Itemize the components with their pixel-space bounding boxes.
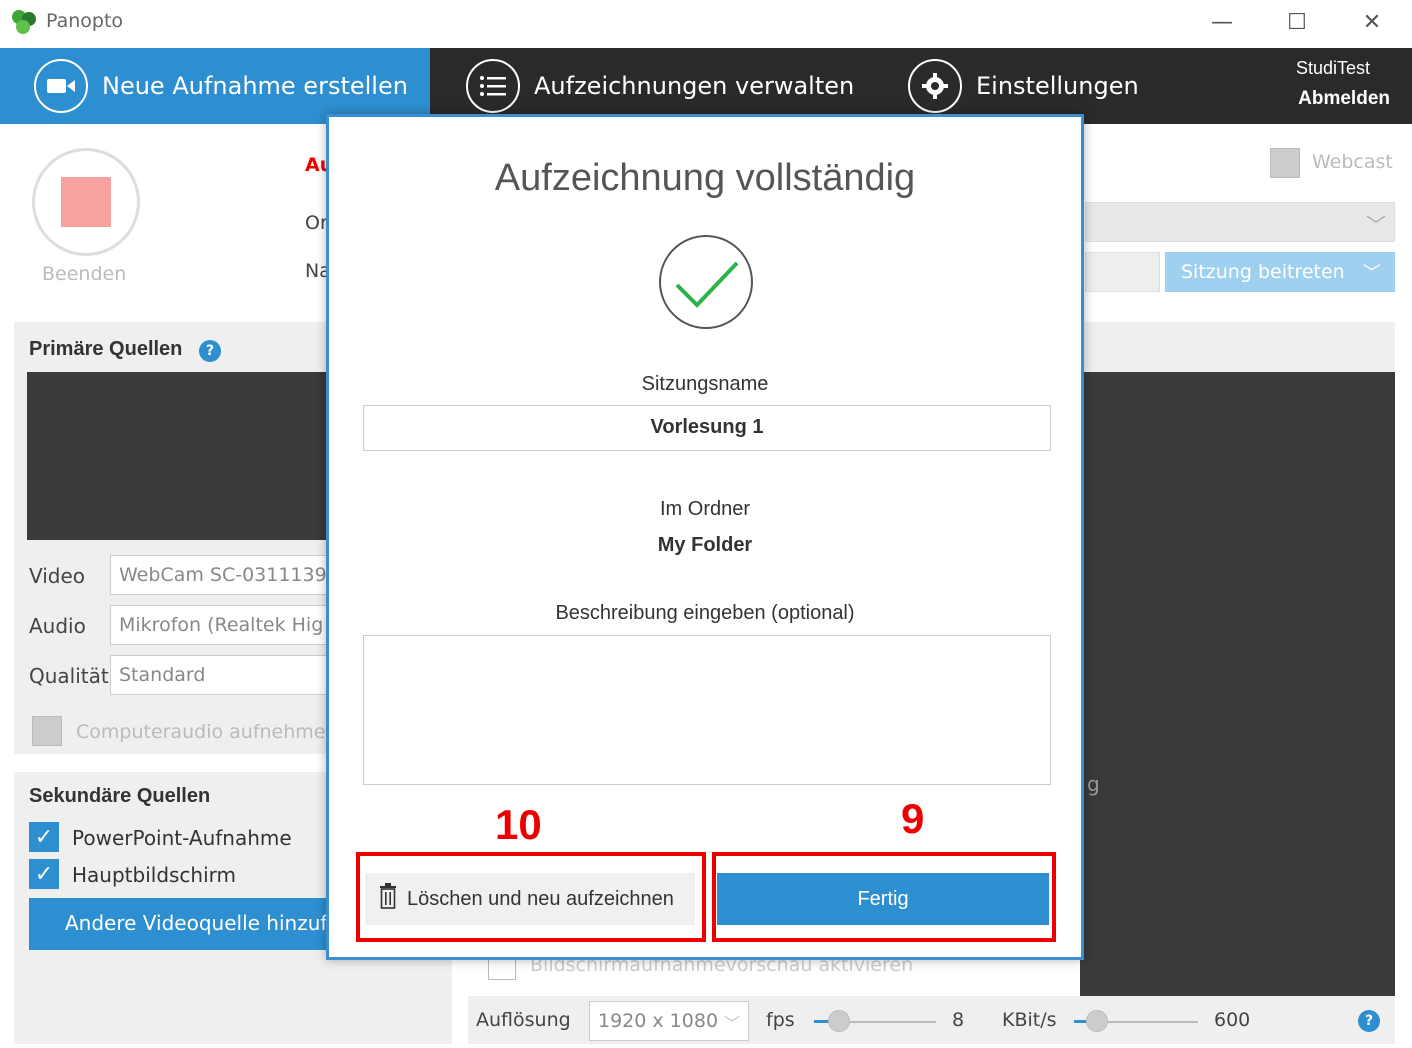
maximize-button[interactable]: ☐	[1277, 4, 1317, 40]
fps-slider-thumb[interactable]	[828, 1010, 850, 1032]
recording-complete-dialog: Aufzeichnung vollständig Sitzungsname Vo…	[326, 114, 1084, 960]
main-screen-checkbox[interactable]: ✓	[29, 859, 59, 889]
success-check-icon	[659, 235, 753, 329]
fps-label: fps	[766, 1009, 795, 1031]
minimize-button[interactable]: —	[1202, 4, 1242, 40]
primary-sources-title: Primäre Quellen	[29, 338, 183, 360]
maximize-icon: ☐	[1287, 9, 1307, 35]
nav-manage-recordings[interactable]: Aufzeichnungen verwalten	[466, 59, 854, 113]
folder-label: Im Ordner	[659, 498, 751, 520]
nav-new-recording[interactable]: Neue Aufnahme erstellen	[34, 59, 408, 113]
quality-select[interactable]: Standard	[110, 655, 330, 695]
fps-value: 8	[952, 1009, 965, 1031]
audio-select[interactable]: Mikrofon (Realtek Hig	[110, 605, 330, 645]
chevron-down-icon: ﹀	[723, 1014, 740, 1033]
description-label: Beschreibung eingeben (optional)	[555, 602, 855, 624]
session-name-label: Sitzungsname	[641, 373, 769, 395]
annotation-number-10: 10	[495, 801, 542, 848]
checkmark-icon: ✓	[34, 861, 54, 887]
title-bar	[0, 0, 1412, 48]
nav-manage-recordings-label: Aufzeichnungen verwalten	[534, 72, 855, 100]
computer-audio-label: Computeraudio aufnehme	[76, 721, 326, 743]
join-session-button[interactable]: Sitzung beitreten ﹀	[1165, 252, 1395, 292]
user-name: StudiTest	[1295, 58, 1370, 78]
app-title: Panopto	[46, 10, 124, 32]
add-video-source-button[interactable]: Andere Videoquelle hinzufü	[29, 898, 329, 950]
video-select[interactable]: WebCam SC-0311139	[110, 555, 330, 595]
powerpoint-checkbox[interactable]: ✓	[29, 822, 59, 852]
help-icon[interactable]: ?	[199, 340, 221, 362]
help-icon[interactable]: ?	[1358, 1010, 1380, 1032]
annotation-highlight-done	[712, 852, 1056, 942]
gear-icon	[908, 59, 962, 113]
stop-icon	[61, 177, 111, 227]
resolution-label: Auflösung	[476, 1009, 571, 1031]
computer-audio-checkbox[interactable]	[32, 716, 62, 746]
kbits-value: 600	[1214, 1009, 1251, 1031]
nav-new-recording-label: Neue Aufnahme erstellen	[102, 72, 408, 100]
dialog-title: Aufzeichnung vollständig	[494, 157, 916, 199]
chevron-down-icon: ﹀	[1366, 213, 1386, 237]
panopto-logo-icon	[10, 8, 38, 36]
annotation-highlight-delete	[356, 852, 706, 942]
minimize-icon: —	[1211, 9, 1233, 35]
video-label: Video	[29, 564, 86, 588]
folder-label: Or	[305, 212, 328, 234]
close-button[interactable]: ✕	[1352, 4, 1392, 40]
list-icon	[466, 59, 520, 113]
resolution-value: 1920 x 1080	[598, 1010, 719, 1032]
quality-label: Qualität	[29, 664, 109, 688]
join-session-label: Sitzung beitreten	[1181, 261, 1345, 283]
secondary-sources-title: Sekundäre Quellen	[29, 785, 211, 807]
partial-text: g	[1087, 772, 1100, 796]
session-name-field[interactable]: Vorlesung 1	[363, 405, 1051, 451]
logout-link[interactable]: Abmelden	[1298, 88, 1390, 110]
webcast-label: Webcast	[1312, 151, 1393, 173]
folder-select[interactable]: ﹀	[1085, 202, 1395, 242]
nav-settings-label: Einstellungen	[976, 72, 1139, 100]
stop-label: Beenden	[42, 263, 127, 285]
folder-value: My Folder	[657, 534, 753, 556]
chevron-down-icon: ﹀	[1362, 263, 1381, 284]
webcast-checkbox[interactable]	[1270, 148, 1300, 178]
checkmark-icon: ✓	[34, 824, 54, 850]
session-name-input[interactable]	[1085, 252, 1160, 292]
powerpoint-label: PowerPoint-Aufnahme	[72, 826, 292, 850]
kbits-slider-thumb[interactable]	[1086, 1010, 1108, 1032]
kbits-label: KBit/s	[1002, 1009, 1057, 1031]
description-textarea[interactable]	[363, 635, 1051, 785]
annotation-number-9: 9	[901, 795, 925, 842]
main-screen-label: Hauptbildschirm	[72, 863, 237, 887]
video-camera-icon	[34, 59, 88, 113]
resolution-select[interactable]: 1920 x 1080 ﹀	[589, 1001, 749, 1041]
close-icon: ✕	[1362, 9, 1382, 35]
video-preview	[27, 372, 332, 540]
screen-preview	[1080, 372, 1395, 996]
nav-settings[interactable]: Einstellungen	[908, 59, 1139, 113]
audio-label: Audio	[29, 614, 86, 638]
